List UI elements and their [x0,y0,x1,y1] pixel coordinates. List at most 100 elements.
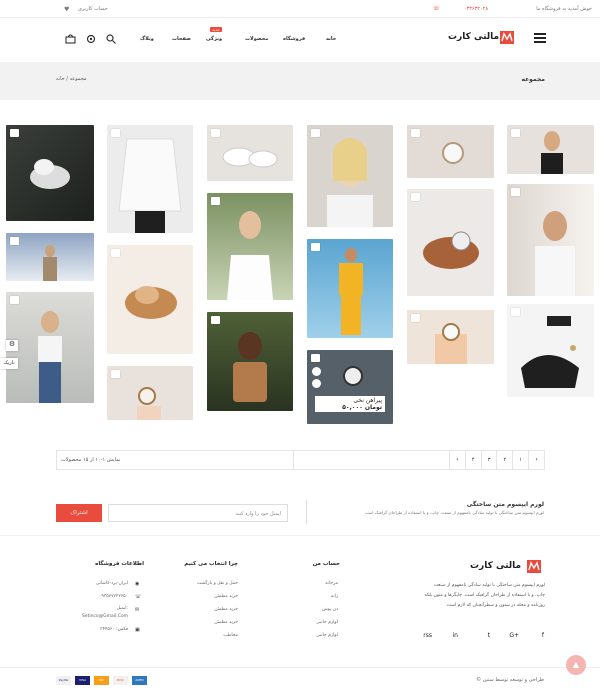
product-tile[interactable] [207,193,293,300]
nav-pages[interactable]: صفحات [172,36,191,42]
visa-icon: VISA [75,676,90,685]
product-tile[interactable] [6,233,94,281]
nav-blog[interactable]: وبلاگ [140,36,154,42]
divider [293,451,294,469]
footer-link[interactable]: لوازم جانبی [316,620,338,625]
email-text[interactable]: Setinco@Gmail.Com [82,614,128,619]
google-plus-icon[interactable]: G+ [509,632,519,639]
cart-icon[interactable] [411,314,420,322]
compare-icon[interactable] [312,379,321,388]
cart-icon[interactable] [211,197,220,205]
footer-link[interactable]: دن پوش [322,607,338,612]
product-tile[interactable] [6,292,94,403]
cart-icon[interactable] [411,193,420,201]
product-tile[interactable] [507,184,594,296]
footer-link[interactable]: خرید مطمئن [214,594,238,599]
model-image [38,311,62,403]
footer-link[interactable]: حمل و نقل و بازگشت [197,581,238,586]
welcome-text: خوش آمدید به فروشگاه ما [536,6,592,12]
settings-gear-icon[interactable]: ⚙ [6,340,18,351]
product-tile[interactable] [107,125,193,233]
cart-icon[interactable] [111,370,120,378]
product-tile[interactable] [307,125,393,227]
product-tile[interactable] [407,125,494,178]
logo-text[interactable]: مالتی کارت [448,32,499,42]
gear-icon[interactable] [86,34,96,44]
next-icon[interactable]: › [528,451,544,469]
footer-link[interactable]: خرید مطمئن [214,607,238,612]
footer-about: لورم ایپسوم متن ساختگی با تولید سادگی نا… [355,581,545,611]
product-tile[interactable] [207,312,293,411]
cart-icon[interactable] [311,129,320,137]
footer-link[interactable]: مخاطب [223,633,238,638]
footer-link[interactable]: رانه [331,594,338,599]
breadcrumb-current: مجموعه [69,76,87,82]
watch-image [343,366,363,386]
nav-shop[interactable]: فروشگاه [283,36,305,42]
product-tile[interactable] [207,125,293,181]
heart-icon[interactable]: ♥ [64,6,69,13]
product-tile[interactable] [6,125,94,221]
product-tile[interactable] [507,125,594,174]
cart-icon[interactable] [10,129,19,137]
about-line: لورم ایپسوم متن ساختگی با تولید سادگی نا… [433,583,545,588]
footer-link[interactable]: خرید مطمئن [214,620,238,625]
breadcrumb-home[interactable]: خانه [56,76,65,82]
account-link[interactable]: حساب کاربری [78,6,108,12]
instagram-icon[interactable]: in [453,632,458,639]
cart-icon[interactable] [10,296,19,304]
page-links: ‹ ۴ ۳ ۲ ۱ › [449,451,544,469]
footer-link[interactable]: مرجانه [325,581,338,586]
footer-link[interactable]: لوازم جانبی [316,633,338,638]
cart-icon[interactable] [111,249,120,257]
paypal-icon: PayPal [56,676,71,685]
email-field[interactable]: ایمیل خود را وارد کنید [108,504,288,522]
page-link[interactable]: ۳ [480,451,497,469]
prev-icon[interactable]: ‹ [449,451,465,469]
product-tile[interactable] [507,304,594,397]
rss-icon[interactable]: rss [423,632,432,639]
product-tile[interactable] [307,239,393,338]
phone-text: ۰۳۳۶۳۲۰۲۸ [463,6,488,12]
cart-icon[interactable] [311,354,320,362]
cart-icon[interactable] [511,129,520,137]
cart-icon[interactable] [211,316,220,324]
product-tile[interactable] [407,310,494,364]
bag-image [423,231,479,269]
subscribe-button[interactable]: اشتراک [56,504,102,522]
page-link[interactable]: ۲ [496,451,512,469]
page-link[interactable]: ۱ [512,451,528,469]
heart-icon[interactable] [312,367,321,376]
accessories-image [521,316,579,388]
cart-icon[interactable] [10,237,19,245]
scroll-top-icon[interactable]: ▲ [566,655,586,675]
cart-icon[interactable] [65,34,76,44]
facebook-icon[interactable]: f [542,632,544,639]
product-tile[interactable] [407,189,494,296]
fax-icon: ▣ [135,627,140,633]
product-price: ۵۰,۰۰۰ تومان [342,404,382,411]
nav-home[interactable]: خانه [326,36,336,42]
email-label: ایمیل: [116,606,128,611]
mastercard-icon: MC [94,676,109,685]
breadcrumb: مجموعه / خانه [56,76,87,82]
nav-products[interactable]: محصولات [245,36,269,42]
product-tile[interactable] [107,366,193,420]
search-icon[interactable] [106,34,116,44]
nav-features[interactable]: ویژگی [206,36,222,42]
dark-mode-toggle[interactable]: تاریک [0,358,18,369]
page-link[interactable]: ۴ [464,451,481,469]
model-image [339,248,363,335]
cart-icon[interactable] [411,129,420,137]
cart-icon[interactable] [311,243,320,251]
product-tile[interactable]: پیراهن نخی ۵۰,۰۰۰ تومان [307,350,393,424]
cart-icon[interactable] [511,188,520,196]
page-title: مجموعه [521,76,545,83]
product-tile[interactable] [107,245,193,354]
twitter-icon[interactable]: t [488,632,490,639]
phone-icon: ☏ [135,594,142,600]
about-line: چاپ، و با استفاده از طراحان گرافیک است. … [424,593,545,598]
fax-text: فکس: ۳۴۴۵۶۰ [100,627,128,632]
menu-icon[interactable] [534,33,546,43]
header: مالتی کارت خانه فروشگاه محصولات ویژگی صف… [0,18,600,62]
